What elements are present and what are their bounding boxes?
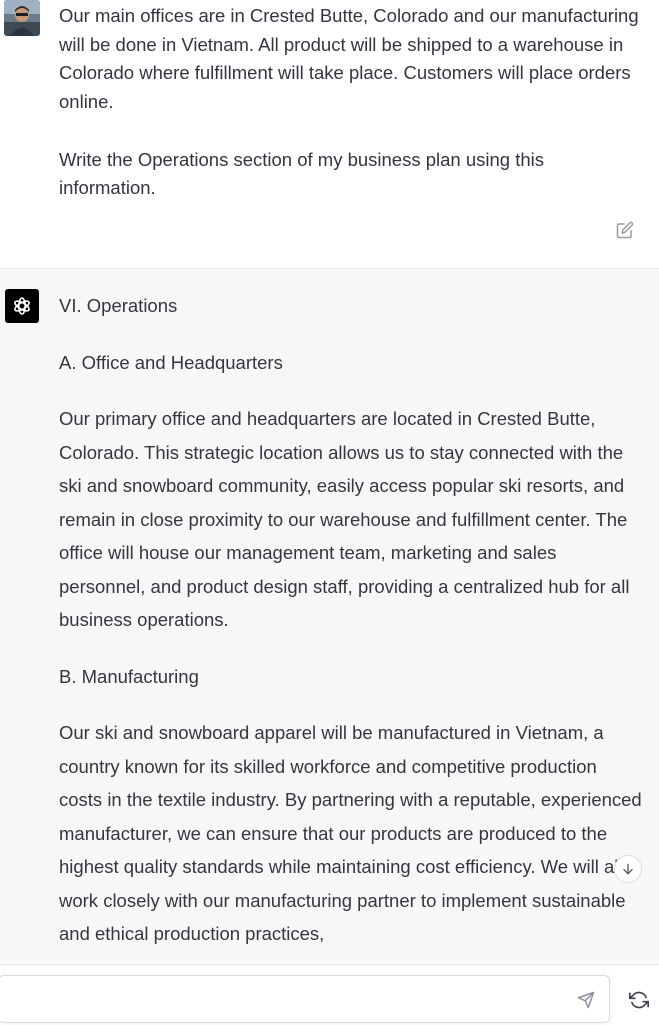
openai-logo-icon [5, 289, 39, 323]
user-avatar [4, 0, 40, 36]
section-title: VI. Operations [59, 295, 178, 316]
send-button[interactable] [574, 988, 598, 1012]
scroll-to-bottom-button[interactable] [614, 855, 642, 883]
manufacturing-heading: B. Manufacturing [59, 665, 199, 687]
regenerate-icon [629, 991, 649, 1009]
composer-bar [0, 964, 659, 1025]
message-input[interactable] [0, 976, 583, 1022]
user-message-text: Our main offices are in Crested Butte, C… [59, 5, 639, 199]
assistant-message: VI. Operations A. Office and Headquarter… [0, 269, 659, 964]
office-paragraph: Our primary office and headquarters are … [59, 408, 630, 630]
user-message: Our main offices are in Crested Butte, C… [0, 0, 659, 269]
manufacturing-paragraph: Our ski and snowboard apparel will be ma… [59, 722, 642, 944]
regenerate-button[interactable] [626, 987, 652, 1013]
arrow-down-icon [623, 863, 633, 875]
message-input-box[interactable] [0, 975, 610, 1023]
edit-icon [616, 221, 634, 239]
office-heading: A. Office and Headquarters [59, 351, 283, 373]
edit-message-button[interactable] [614, 219, 636, 241]
send-icon [577, 991, 595, 1009]
